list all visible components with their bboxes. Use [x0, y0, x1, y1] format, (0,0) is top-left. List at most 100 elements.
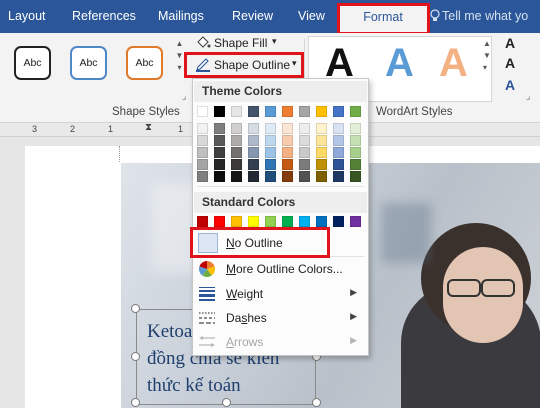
shape-style-blue[interactable]: Abc: [70, 46, 107, 80]
color-swatch[interactable]: [282, 171, 293, 182]
color-swatch[interactable]: [350, 216, 361, 227]
color-swatch[interactable]: [316, 159, 327, 170]
weight-item[interactable]: Weight ▶: [194, 282, 367, 306]
color-swatch[interactable]: [265, 171, 276, 182]
shape-fill-button[interactable]: Shape Fill: [214, 36, 267, 50]
color-swatch[interactable]: [197, 159, 208, 170]
color-swatch[interactable]: [316, 135, 327, 146]
shape-style-dark[interactable]: Abc: [14, 46, 51, 80]
color-swatch[interactable]: [299, 106, 310, 117]
color-swatch[interactable]: [333, 216, 344, 227]
color-swatch[interactable]: [197, 135, 208, 146]
color-swatch[interactable]: [231, 147, 242, 158]
shape-styles-launcher-icon[interactable]: ⌟: [182, 91, 186, 102]
color-swatch[interactable]: [316, 171, 327, 182]
wordart-style-peach[interactable]: A: [439, 41, 468, 86]
text-outline-icon[interactable]: A: [505, 55, 515, 71]
wordart-gallery-scroll[interactable]: ▲ ▼ ▾: [483, 38, 491, 74]
color-swatch[interactable]: [265, 216, 276, 227]
color-swatch[interactable]: [231, 123, 242, 134]
color-swatch[interactable]: [282, 106, 293, 117]
color-swatch[interactable]: [231, 171, 242, 182]
color-swatch[interactable]: [214, 171, 225, 182]
color-swatch[interactable]: [299, 159, 310, 170]
color-swatch[interactable]: [197, 216, 208, 227]
tab-layout[interactable]: Layout: [8, 9, 46, 23]
color-swatch[interactable]: [333, 159, 344, 170]
wordart-styles-launcher-icon[interactable]: ⌟: [526, 91, 530, 102]
color-swatch[interactable]: [265, 135, 276, 146]
tab-mailings[interactable]: Mailings: [158, 9, 204, 23]
tab-review[interactable]: Review: [232, 9, 273, 23]
color-swatch[interactable]: [231, 159, 242, 170]
resize-handle[interactable]: [131, 352, 140, 361]
color-swatch[interactable]: [282, 135, 293, 146]
color-swatch[interactable]: [333, 147, 344, 158]
color-swatch[interactable]: [214, 106, 225, 117]
color-swatch[interactable]: [282, 159, 293, 170]
tab-format[interactable]: Format: [339, 3, 427, 33]
color-swatch[interactable]: [316, 147, 327, 158]
color-swatch[interactable]: [299, 171, 310, 182]
color-swatch[interactable]: [214, 123, 225, 134]
color-swatch[interactable]: [265, 106, 276, 117]
color-swatch[interactable]: [350, 171, 361, 182]
shape-outline-button[interactable]: Shape Outline: [214, 58, 290, 72]
color-swatch[interactable]: [282, 123, 293, 134]
resize-handle[interactable]: [222, 398, 231, 407]
resize-handle[interactable]: [312, 398, 321, 407]
no-outline-item[interactable]: No Outline: [194, 231, 367, 255]
color-swatch[interactable]: [197, 106, 208, 117]
color-swatch[interactable]: [350, 159, 361, 170]
color-swatch[interactable]: [299, 216, 310, 227]
more-outline-colors-item[interactable]: More Outline Colors...: [194, 257, 367, 281]
tell-me-search[interactable]: Tell me what yo: [442, 9, 528, 23]
color-swatch[interactable]: [197, 171, 208, 182]
color-swatch[interactable]: [265, 159, 276, 170]
color-swatch[interactable]: [214, 159, 225, 170]
color-swatch[interactable]: [350, 135, 361, 146]
dashes-item[interactable]: Dashes ▶: [194, 306, 367, 330]
color-swatch[interactable]: [299, 123, 310, 134]
tab-view[interactable]: View: [298, 9, 325, 23]
color-swatch[interactable]: [248, 171, 259, 182]
color-swatch[interactable]: [265, 147, 276, 158]
color-swatch[interactable]: [265, 123, 276, 134]
color-swatch[interactable]: [231, 216, 242, 227]
color-swatch[interactable]: [350, 123, 361, 134]
color-swatch[interactable]: [248, 216, 259, 227]
color-swatch[interactable]: [248, 147, 259, 158]
text-fill-icon[interactable]: A: [505, 35, 515, 51]
resize-handle[interactable]: [131, 304, 140, 313]
color-swatch[interactable]: [231, 106, 242, 117]
color-swatch[interactable]: [214, 147, 225, 158]
shape-fill-dropdown-icon[interactable]: ▾: [272, 36, 277, 47]
color-swatch[interactable]: [299, 135, 310, 146]
color-swatch[interactable]: [333, 106, 344, 117]
color-swatch[interactable]: [197, 147, 208, 158]
color-swatch[interactable]: [333, 171, 344, 182]
shape-outline-dropdown-icon[interactable]: ▾: [292, 58, 297, 69]
color-swatch[interactable]: [248, 123, 259, 134]
color-swatch[interactable]: [350, 147, 361, 158]
color-swatch[interactable]: [350, 106, 361, 117]
color-swatch[interactable]: [299, 147, 310, 158]
color-swatch[interactable]: [248, 106, 259, 117]
color-swatch[interactable]: [214, 135, 225, 146]
color-swatch[interactable]: [197, 123, 208, 134]
shape-gallery-scroll[interactable]: ▲ ▼ ▾: [175, 38, 184, 74]
color-swatch[interactable]: [333, 123, 344, 134]
color-swatch[interactable]: [214, 216, 225, 227]
color-swatch[interactable]: [282, 147, 293, 158]
color-swatch[interactable]: [231, 135, 242, 146]
color-swatch[interactable]: [282, 216, 293, 227]
color-swatch[interactable]: [316, 106, 327, 117]
shape-style-orange[interactable]: Abc: [126, 46, 163, 80]
text-effects-icon[interactable]: A: [505, 77, 515, 93]
color-swatch[interactable]: [316, 216, 327, 227]
color-swatch[interactable]: [248, 135, 259, 146]
tab-references[interactable]: References: [72, 9, 136, 23]
wordart-style-blue[interactable]: A: [385, 41, 414, 86]
indent-marker-icon[interactable]: ⧗: [145, 122, 152, 133]
resize-handle[interactable]: [131, 398, 140, 407]
